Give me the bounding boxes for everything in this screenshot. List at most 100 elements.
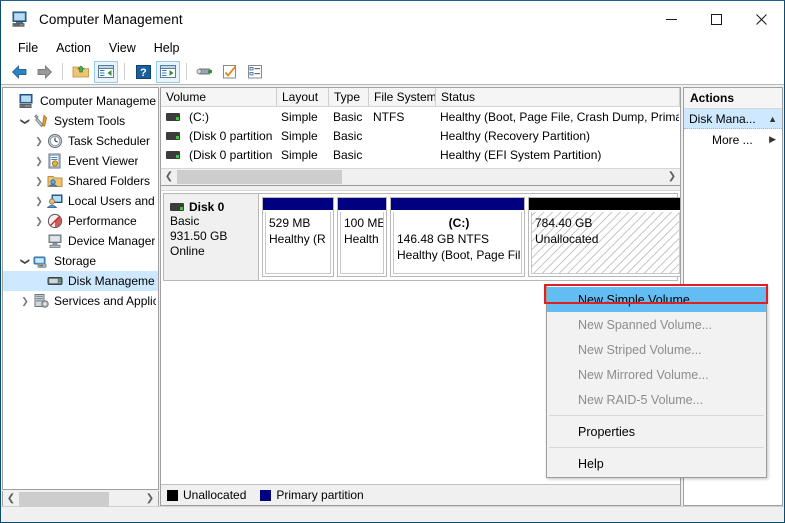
menu-file[interactable]: File [9,39,47,57]
scroll-right-icon[interactable]: ❯ [664,172,680,182]
scroll-left-icon[interactable]: ❮ [161,172,177,182]
chevron-right-icon: ▶ [769,134,776,144]
show-hide-tree-icon[interactable] [94,60,118,83]
actions-group-label: Disk Mana... [689,111,756,126]
tree-item-event-viewer[interactable]: ❯ Event Viewer [3,151,158,171]
system-tools-icon [33,113,50,129]
tree-item-label: Services and Applica [54,294,156,308]
tree-item-storage[interactable]: ❯ Storage [3,251,158,271]
window-title: Computer Management [39,11,183,27]
partition-size: 146.48 GB NTFS [397,232,490,246]
chevron-right-icon[interactable]: ❯ [31,156,47,166]
chevron-up-icon[interactable]: ▲ [768,114,777,124]
performance-icon [47,213,64,229]
volume-row[interactable]: (Disk 0 partition 1) Simple Basic Healthy (… [161,126,680,145]
scroll-thumb[interactable] [177,170,342,184]
up-folder-icon[interactable] [69,61,93,83]
tree-item-disk-manageme[interactable]: Disk Manageme [3,271,158,291]
menu-help[interactable]: Help [145,39,189,57]
cell-layout: Simple [281,147,318,162]
tree-item-local-users-and[interactable]: ❯ Local Users and [3,191,158,211]
menu-item-new-striped-volume: New Striped Volume... [578,342,702,357]
menu-item-new-simple-volume[interactable]: New Simple Volume... [547,287,766,312]
disk-info-panel[interactable]: Disk 0 Basic 931.50 GB Online [164,194,259,280]
partition-title: (C:) [448,216,470,230]
tree-item-shared-folders[interactable]: ❯ Shared Folders [3,171,158,191]
tree-item-performance[interactable]: ❯ Performance [3,211,158,231]
menu-item-help[interactable]: Help [547,451,766,476]
menu-item-new-spanned-volume: New Spanned Volume... [578,317,713,332]
scroll-track[interactable] [19,491,142,506]
tree-item-device-manager[interactable]: Device Manager [3,231,158,251]
computer-management-window: Computer Management File Action View Hel… [0,0,785,523]
chevron-right-icon[interactable]: ❯ [31,196,47,206]
tree-item-label: Computer Management [40,94,156,108]
scroll-left-icon[interactable]: ❮ [3,493,19,504]
clock-icon [47,133,64,149]
minimize-button[interactable] [649,1,694,37]
forward-icon[interactable] [32,61,56,83]
close-button[interactable] [739,1,784,37]
legend-label: Primary partition [276,488,364,502]
chevron-right-icon[interactable]: ❯ [31,136,47,146]
chevron-down-icon[interactable]: ❯ [21,113,31,129]
actions-group-disk-management[interactable]: Disk Mana... ▲ [684,109,782,129]
tree-item-computer-management[interactable]: Computer Management [3,91,158,111]
toolbar-separator [124,63,125,80]
volume-list-header: Volume Layout Type File System Status [161,88,680,107]
volume-list-horizontal-scrollbar[interactable]: ❮ ❯ [161,168,680,185]
console-tree[interactable]: Computer Management ❯ System Tools ❯ Task Sc… [2,87,159,490]
actions-item-more[interactable]: More ... ▶ [684,129,782,150]
partition-block[interactable]: 100 ME Health [337,197,387,277]
tree-item-services-and-applica[interactable]: ❯ Services and Applica [3,291,158,311]
partition-block[interactable]: (C:) 146.48 GB NTFS Healthy (Boot, Page Fi… [390,197,525,277]
back-icon[interactable] [7,61,31,83]
column-header-type[interactable]: Type [329,88,369,106]
refresh-icon[interactable] [218,61,242,83]
chevron-down-icon[interactable]: ❯ [21,253,31,269]
column-header-file-system[interactable]: File System [369,88,436,106]
maximize-button[interactable] [694,1,739,37]
title-bar: Computer Management [1,1,784,37]
tree-horizontal-scrollbar[interactable]: ❮ ❯ [2,491,159,507]
volume-row[interactable]: (C:) Simple Basic NTFS Healthy (Boot, Page F… [161,107,680,126]
menu-separator [549,415,764,416]
show-action-pane-icon[interactable] [156,60,180,83]
help-icon[interactable]: ? [131,61,155,83]
services-icon [33,293,50,309]
legend-swatch [260,489,272,501]
volume-icon [166,150,180,159]
column-header-volume[interactable]: Volume [161,88,277,106]
scroll-thumb[interactable] [19,491,109,506]
toolbar-separator [186,63,187,80]
partition-block[interactable]: 529 MB Healthy (R [262,197,334,277]
column-header-status[interactable]: Status [436,88,680,106]
menu-view[interactable]: View [100,39,145,57]
chevron-right-icon[interactable]: ❯ [31,216,47,226]
scroll-track[interactable] [177,170,664,184]
tree-item-system-tools[interactable]: ❯ System Tools [3,111,158,131]
scroll-right-icon[interactable]: ❯ [142,493,158,504]
disk-name: Disk 0 [170,200,258,214]
partition-block[interactable]: 784.40 GB Unallocated [528,197,680,277]
volume-list-body[interactable]: (C:) Simple Basic NTFS Healthy (Boot, Page F… [161,107,680,164]
actions-item-label: More ... [712,132,753,147]
list-icon[interactable] [243,61,267,83]
menu-action[interactable]: Action [47,39,100,57]
chevron-right-icon[interactable]: ❯ [17,296,33,306]
tree-item-task-scheduler[interactable]: ❯ Task Scheduler [3,131,158,151]
properties-icon[interactable] [193,61,217,83]
menu-item-new-mirrored-volume: New Mirrored Volume... [578,367,709,382]
menu-item-new-raid-5-volume: New RAID-5 Volume... [578,392,704,407]
volume-icon [166,131,180,140]
partition-context-menu[interactable]: New Simple Volume... New Spanned Volume..… [546,285,767,478]
cell-status: Healthy (Recovery Partition) [440,128,591,143]
disk-state: Online [170,244,205,258]
disk-legend: Unallocated Primary partition [161,484,680,505]
volume-row[interactable]: (Disk 0 partition 2) Simple Basic Healthy (… [161,145,680,164]
tree-item-label: Storage [54,254,97,268]
menu-item-properties[interactable]: Properties [547,419,766,444]
chevron-right-icon[interactable]: ❯ [31,176,47,186]
column-header-layout[interactable]: Layout [277,88,329,106]
shared-folders-icon [47,173,64,189]
